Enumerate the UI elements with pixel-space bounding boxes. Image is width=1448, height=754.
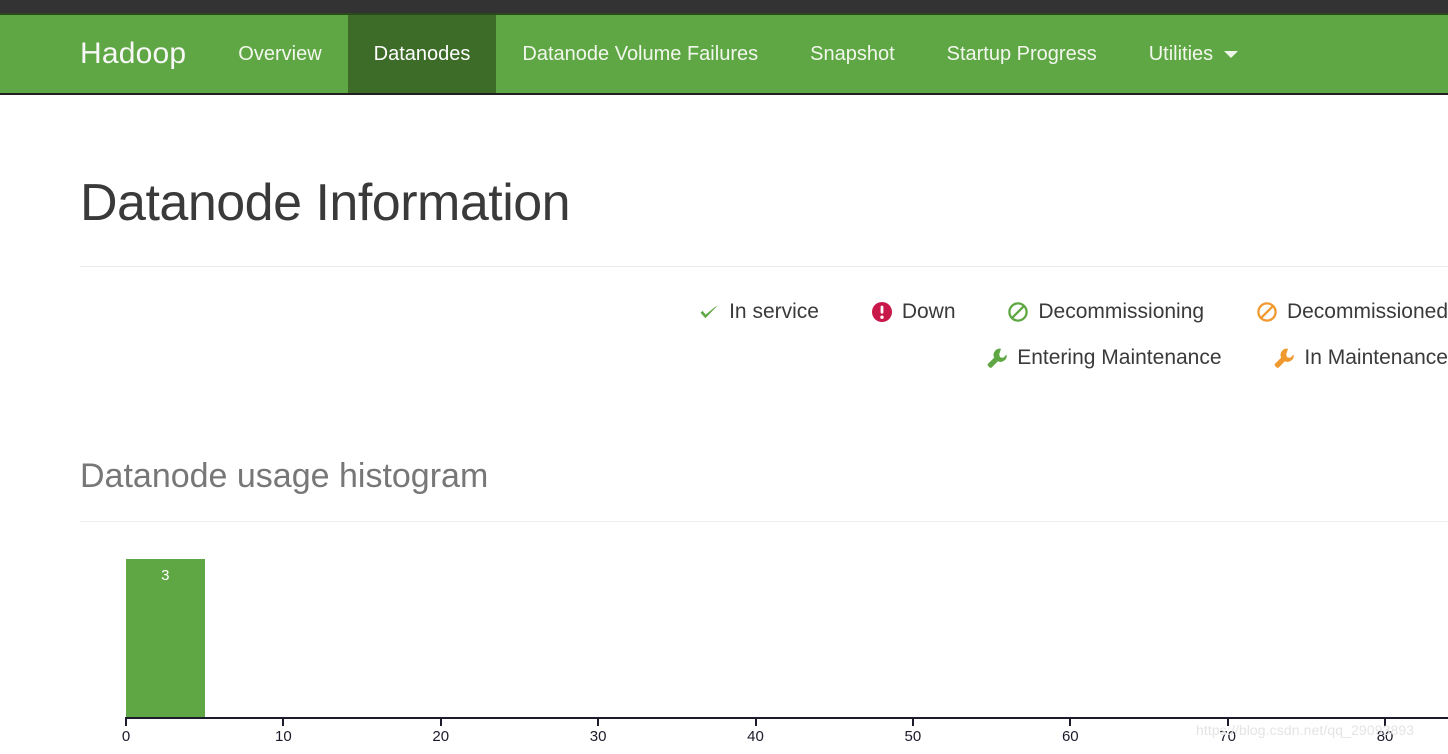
x-axis-tick <box>282 717 285 727</box>
top-dark-strip <box>0 0 1448 13</box>
x-axis-tick <box>597 717 600 727</box>
page-title: Datanode Information <box>80 174 571 232</box>
legend-label: In Maintenance <box>1304 346 1448 370</box>
nav-item-label: Datanode Volume Failures <box>522 42 759 65</box>
x-axis-tick-label: 50 <box>904 728 922 746</box>
legend-item-down: Down <box>871 288 956 334</box>
x-axis-tick <box>439 717 442 727</box>
x-axis-tick <box>1226 717 1229 727</box>
status-legend: In service Down Decommissioning Decommis… <box>80 288 1448 380</box>
legend-label: Decommissioned <box>1286 300 1448 324</box>
x-axis-tick <box>754 717 757 727</box>
x-axis-tick <box>125 717 127 727</box>
legend-row-1: In service Down Decommissioning Decommis… <box>80 288 1448 334</box>
legend-item-decommissioned: Decommissioned <box>1256 288 1448 334</box>
section-title-usage-histogram: Datanode usage histogram <box>80 457 489 496</box>
page-content: Datanode Information In service Down Dec… <box>80 95 1448 747</box>
title-divider <box>80 266 1448 268</box>
legend-label: Decommissioning <box>1038 300 1205 324</box>
x-axis-tick-label: 20 <box>432 728 450 746</box>
nav-item-label: Datanodes <box>373 42 471 65</box>
legend-label: Down <box>901 300 956 324</box>
check-icon <box>698 301 720 323</box>
main-navbar: Hadoop Overview Datanodes Datanode Volum… <box>0 13 1448 95</box>
legend-label: In service <box>729 300 819 324</box>
nav-item-label: Startup Progress <box>946 42 1097 65</box>
wrench-icon <box>1273 347 1295 369</box>
wrench-icon <box>986 347 1008 369</box>
x-axis-tick-label: 30 <box>589 728 607 746</box>
nav-item-label: Snapshot <box>810 42 895 65</box>
histogram-bar-value: 3 <box>161 567 170 585</box>
x-axis-tick-label: 10 <box>275 728 292 746</box>
brand-hadoop[interactable]: Hadoop <box>0 15 212 93</box>
legend-item-in-service: In service <box>698 288 819 334</box>
legend-row-2: Entering Maintenance In Maintenance <box>80 334 1448 380</box>
legend-item-entering-maintenance: Entering Maintenance <box>986 334 1222 380</box>
ban-icon <box>1256 301 1278 323</box>
nav-item-datanodes[interactable]: Datanodes <box>347 15 497 93</box>
nav-item-snapshot[interactable]: Snapshot <box>784 15 921 93</box>
nav-item-datanode-volume-failures[interactable]: Datanode Volume Failures <box>496 15 784 93</box>
x-axis-tick <box>1069 717 1072 727</box>
legend-item-in-maintenance: In Maintenance <box>1273 334 1448 380</box>
section-divider <box>80 521 1448 523</box>
legend-item-decommissioning: Decommissioning <box>1007 288 1204 334</box>
nav-item-label: Utilities <box>1148 42 1214 65</box>
x-axis-tick-label: 0 <box>121 728 131 746</box>
x-axis-tick-label: 80 <box>1376 728 1394 746</box>
x-axis-line <box>126 717 1448 720</box>
nav-item-label: Overview <box>238 42 322 65</box>
x-axis-tick-label: 60 <box>1061 728 1079 746</box>
x-axis-tick-label: 70 <box>1219 728 1236 746</box>
nav-item-overview[interactable]: Overview <box>212 15 347 93</box>
ban-icon <box>1007 301 1029 323</box>
nav-item-utilities[interactable]: Utilities <box>1123 15 1264 93</box>
x-axis-tick <box>1384 717 1387 727</box>
x-axis-tick <box>911 717 914 727</box>
x-axis-tick-label: 40 <box>747 728 764 746</box>
chevron-down-icon <box>1224 50 1239 58</box>
down-icon <box>871 301 893 323</box>
datanode-usage-histogram-chart: 0 10 20 30 40 50 60 70 80 3 <box>80 547 1448 747</box>
legend-label: Entering Maintenance <box>1017 346 1222 370</box>
nav-item-startup-progress[interactable]: Startup Progress <box>921 15 1123 93</box>
